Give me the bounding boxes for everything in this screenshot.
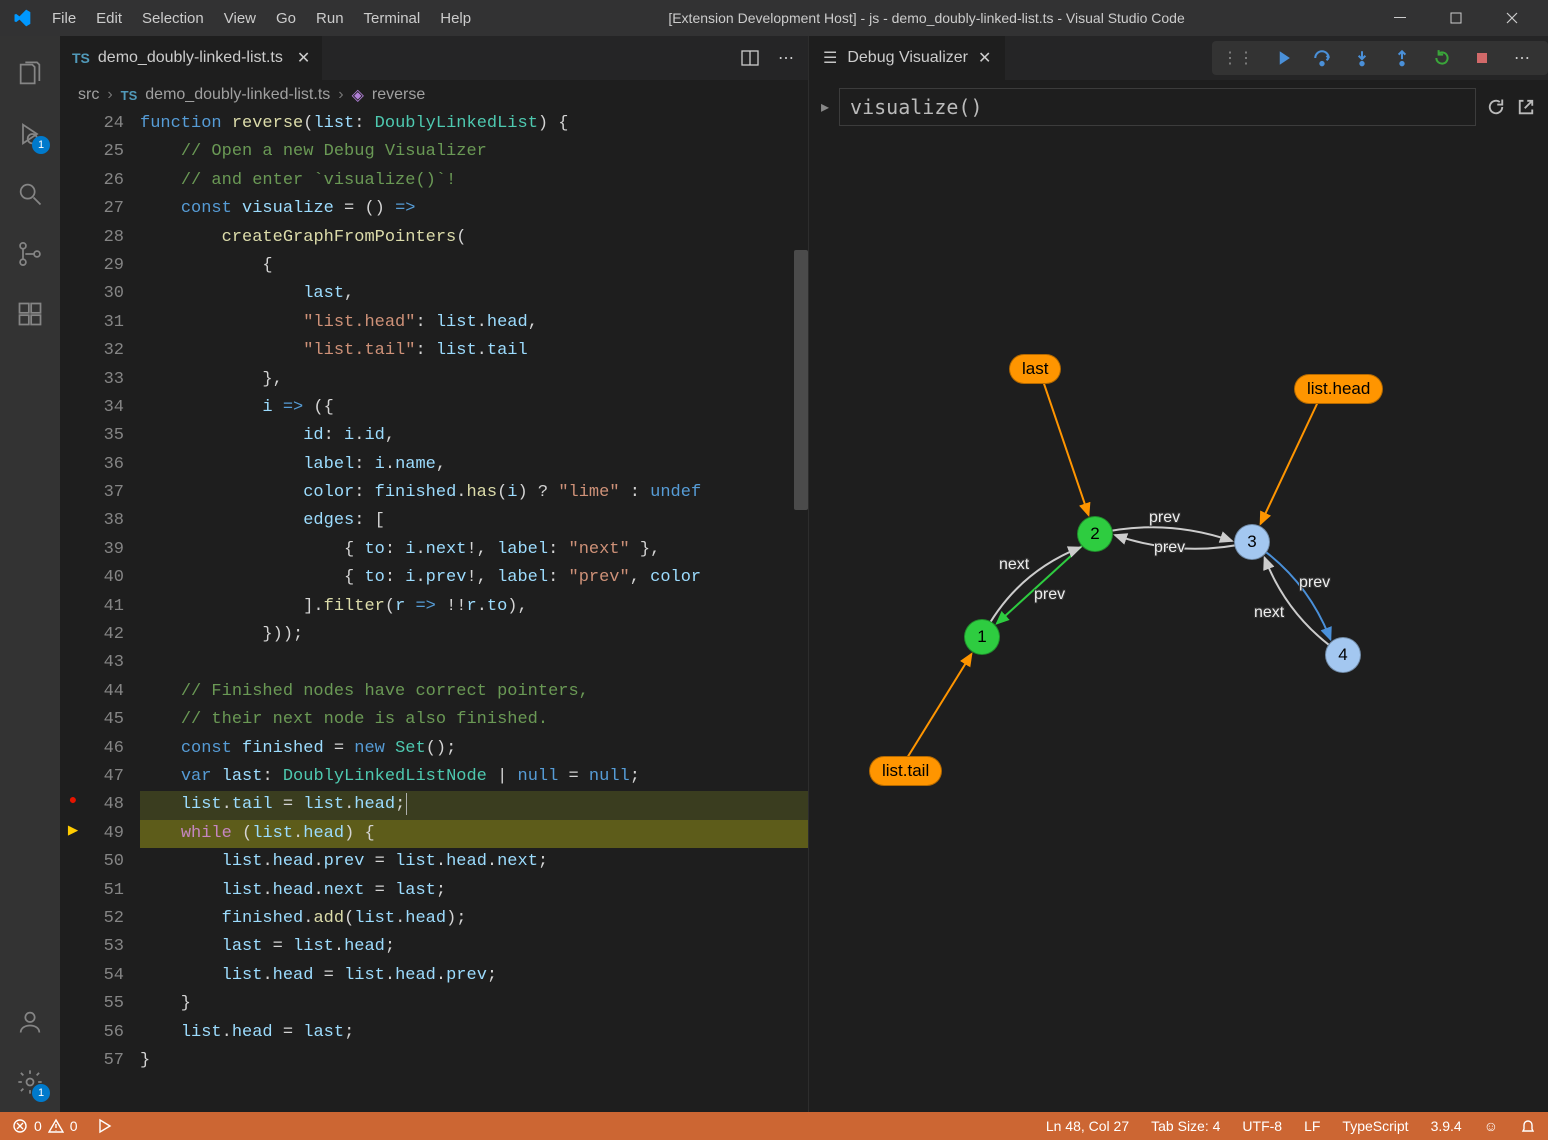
edge-label: prev bbox=[1034, 586, 1065, 604]
vscode-logo-icon bbox=[12, 8, 32, 28]
menu-view[interactable]: View bbox=[214, 10, 266, 27]
edge-label: prev bbox=[1154, 539, 1185, 557]
graph-node-n4[interactable]: 4 bbox=[1325, 637, 1361, 673]
debug-visualizer-tab[interactable]: ☰ Debug Visualizer ✕ bbox=[809, 36, 1005, 80]
chevron-right-icon: › bbox=[338, 86, 343, 104]
close-tab-icon[interactable]: ✕ bbox=[297, 48, 310, 68]
step-into-button[interactable] bbox=[1350, 49, 1374, 67]
notifications-icon[interactable] bbox=[1520, 1118, 1536, 1134]
step-over-button[interactable] bbox=[1310, 49, 1334, 67]
code-content[interactable]: function reverse(list: DoublyLinkedList)… bbox=[140, 110, 808, 1112]
visualizer-expression-input[interactable] bbox=[839, 88, 1476, 126]
breadcrumb-symbol[interactable]: reverse bbox=[372, 86, 425, 104]
edge-label: prev bbox=[1299, 574, 1330, 592]
account-icon[interactable] bbox=[0, 992, 60, 1052]
encoding-status[interactable]: UTF-8 bbox=[1242, 1118, 1282, 1134]
explorer-icon[interactable] bbox=[0, 44, 60, 104]
titlebar: FileEditSelectionViewGoRunTerminalHelp [… bbox=[0, 0, 1548, 36]
graph-node-list.head[interactable]: list.head bbox=[1294, 374, 1383, 404]
debug-badge: 1 bbox=[32, 136, 50, 154]
edge-label: prev bbox=[1149, 509, 1180, 527]
symbol-method-icon: ◈ bbox=[352, 85, 364, 105]
debug-toolbar: ⋮⋮ ⋯ bbox=[1212, 41, 1548, 75]
menu-selection[interactable]: Selection bbox=[132, 10, 214, 27]
status-bar: 0 0 Ln 48, Col 27 Tab Size: 4 UTF-8 LF T… bbox=[0, 1112, 1548, 1140]
refresh-icon[interactable] bbox=[1486, 97, 1506, 117]
python-version[interactable]: 3.9.4 bbox=[1431, 1118, 1462, 1134]
breadcrumb-file[interactable]: demo_doubly-linked-list.ts bbox=[145, 86, 330, 104]
visualizer-canvas[interactable]: last list.head list.tail 1 2 3 4 next prev prev p… bbox=[809, 134, 1548, 1112]
extensions-icon[interactable] bbox=[0, 284, 60, 344]
more-actions-icon[interactable]: ⋯ bbox=[778, 48, 794, 68]
typescript-file-icon: TS bbox=[72, 50, 90, 66]
scrollbar[interactable] bbox=[792, 110, 808, 1112]
close-tab-icon[interactable]: ✕ bbox=[978, 48, 991, 68]
menu-terminal[interactable]: Terminal bbox=[354, 10, 431, 27]
code-editor[interactable]: ●▶ 2425262728293031323334353637383940414… bbox=[60, 110, 808, 1112]
settings-gear-icon[interactable]: 1 bbox=[0, 1052, 60, 1112]
graph-node-list.tail[interactable]: list.tail bbox=[869, 756, 942, 786]
cursor-position[interactable]: Ln 48, Col 27 bbox=[1046, 1118, 1129, 1134]
editor-group: TS demo_doubly-linked-list.ts ✕ ⋯ src › … bbox=[60, 36, 808, 1112]
feedback-icon[interactable]: ☺ bbox=[1484, 1118, 1498, 1134]
editor-tabs: TS demo_doubly-linked-list.ts ✕ ⋯ bbox=[60, 36, 808, 80]
settings-badge: 1 bbox=[32, 1084, 50, 1102]
graph-node-n3[interactable]: 3 bbox=[1234, 524, 1270, 560]
viz-tab-label: Debug Visualizer bbox=[847, 49, 968, 67]
more-actions-icon[interactable]: ⋯ bbox=[1510, 48, 1534, 68]
window-minimize-button[interactable] bbox=[1372, 0, 1428, 36]
debug-visualizer-panel: ☰ Debug Visualizer ✕ ⋮⋮ ⋯ ▸ lastl bbox=[808, 36, 1548, 1112]
window-maximize-button[interactable] bbox=[1428, 0, 1484, 36]
expand-icon[interactable]: ▸ bbox=[821, 97, 829, 117]
drag-handle-icon[interactable]: ⋮⋮ bbox=[1222, 48, 1254, 68]
breadcrumb-folder[interactable]: src bbox=[78, 86, 99, 104]
chevron-right-icon: › bbox=[107, 86, 112, 104]
graph-node-last[interactable]: last bbox=[1009, 354, 1061, 384]
window-title: [Extension Development Host] - js - demo… bbox=[481, 10, 1372, 26]
menu-bars-icon: ☰ bbox=[823, 48, 837, 68]
language-mode[interactable]: TypeScript bbox=[1342, 1118, 1408, 1134]
graph-node-n1[interactable]: 1 bbox=[964, 619, 1000, 655]
menu-file[interactable]: File bbox=[42, 10, 86, 27]
split-editor-icon[interactable] bbox=[740, 48, 760, 68]
menu-run[interactable]: Run bbox=[306, 10, 354, 27]
breadcrumb[interactable]: src › TS demo_doubly-linked-list.ts › ◈ … bbox=[60, 80, 808, 110]
line-numbers: 2425262728293031323334353637383940414243… bbox=[86, 110, 140, 1112]
menubar: FileEditSelectionViewGoRunTerminalHelp bbox=[42, 10, 481, 27]
step-out-button[interactable] bbox=[1390, 49, 1414, 67]
run-debug-icon[interactable]: 1 bbox=[0, 104, 60, 164]
search-icon[interactable] bbox=[0, 164, 60, 224]
edge-label: next bbox=[1254, 604, 1284, 622]
menu-edit[interactable]: Edit bbox=[86, 10, 132, 27]
editor-tab[interactable]: TS demo_doubly-linked-list.ts ✕ bbox=[60, 36, 323, 80]
restart-button[interactable] bbox=[1430, 49, 1454, 67]
menu-go[interactable]: Go bbox=[266, 10, 306, 27]
tab-label: demo_doubly-linked-list.ts bbox=[98, 49, 283, 67]
typescript-file-icon: TS bbox=[121, 88, 138, 103]
debug-start-icon[interactable] bbox=[96, 1118, 112, 1134]
glyph-margin[interactable]: ●▶ bbox=[60, 110, 86, 1112]
edge-label: next bbox=[999, 556, 1029, 574]
eol-status was-interactable[interactable]: LF bbox=[1304, 1118, 1320, 1134]
popout-icon[interactable] bbox=[1516, 97, 1536, 117]
graph-node-n2[interactable]: 2 bbox=[1077, 516, 1113, 552]
problems-status[interactable]: 0 0 bbox=[12, 1118, 78, 1134]
continue-button[interactable] bbox=[1270, 49, 1294, 67]
menu-help[interactable]: Help bbox=[430, 10, 481, 27]
indentation-status[interactable]: Tab Size: 4 bbox=[1151, 1118, 1220, 1134]
source-control-icon[interactable] bbox=[0, 224, 60, 284]
activity-bar: 1 1 bbox=[0, 36, 60, 1112]
stop-button[interactable] bbox=[1470, 50, 1494, 66]
window-close-button[interactable] bbox=[1484, 0, 1540, 36]
